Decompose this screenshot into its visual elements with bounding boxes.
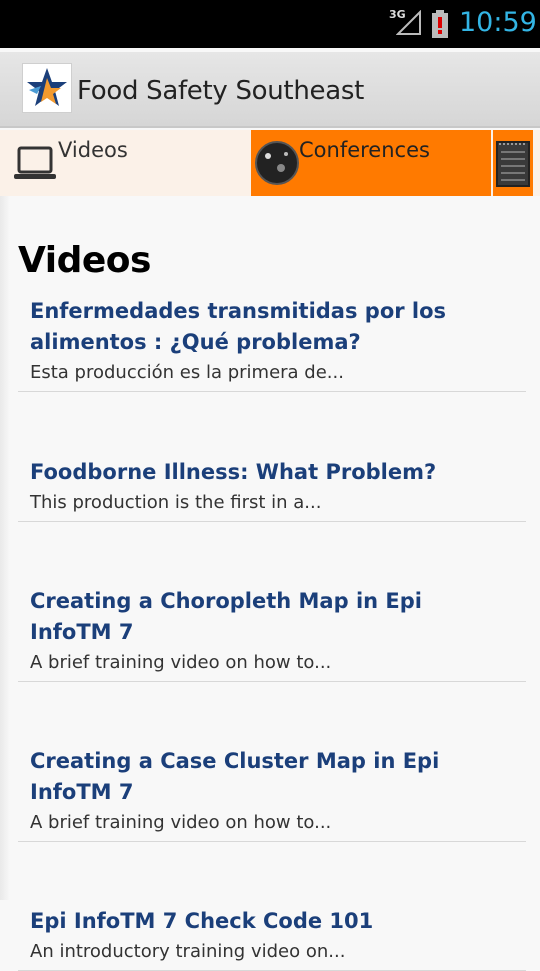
list-item[interactable]: Enfermedades transmitidas por los alimen… — [18, 296, 526, 392]
list-item[interactable]: Epi InfoTM 7 Check Code 101 An introduct… — [18, 906, 526, 971]
video-title[interactable]: Epi InfoTM 7 Check Code 101 — [30, 906, 510, 937]
list-item[interactable]: Creating a Case Cluster Map in Epi InfoT… — [18, 746, 526, 842]
video-description: A brief training video on how to... — [30, 812, 332, 833]
video-title[interactable]: Foodborne Illness: What Problem? — [30, 457, 510, 488]
tab-videos[interactable]: Videos — [10, 130, 250, 196]
tab-videos-label: Videos — [58, 138, 128, 162]
section-title: Videos — [18, 240, 151, 281]
list-item[interactable]: Foodborne Illness: What Problem? This pr… — [18, 457, 526, 522]
video-description: This production is the first in a... — [30, 492, 322, 513]
notepad-icon — [496, 141, 530, 187]
divider — [18, 521, 526, 522]
left-edge-shadow — [0, 196, 10, 900]
video-description: An introductory training video on... — [30, 941, 346, 962]
app-title: Food Safety Southeast — [77, 76, 364, 106]
signal-icon — [396, 10, 421, 35]
tab-notepad[interactable] — [493, 130, 533, 196]
video-title[interactable]: Enfermedades transmitidas por los alimen… — [30, 296, 510, 358]
list-item[interactable]: Creating a Choropleth Map in Epi InfoTM … — [18, 586, 526, 682]
tab-bar: Videos Conferences — [0, 130, 540, 196]
status-bar: 3G 10:59 — [0, 0, 540, 48]
laptop-icon — [14, 146, 56, 179]
tab-conferences-label: Conferences — [299, 138, 430, 162]
battery-alert-icon — [432, 10, 448, 38]
video-list: Enfermedades transmitidas por los alimen… — [18, 296, 526, 971]
star-logo-icon[interactable] — [22, 63, 72, 113]
action-bar: Food Safety Southeast — [0, 52, 540, 128]
globe-icon — [255, 141, 299, 185]
divider — [18, 681, 526, 682]
divider — [18, 391, 526, 392]
video-description: Esta producción es la primera de... — [30, 362, 344, 383]
video-description: A brief training video on how to... — [30, 652, 332, 673]
video-title[interactable]: Creating a Choropleth Map in Epi InfoTM … — [30, 586, 510, 648]
video-title[interactable]: Creating a Case Cluster Map in Epi InfoT… — [30, 746, 510, 808]
clock: 10:59 — [459, 7, 537, 38]
tab-conferences[interactable]: Conferences — [251, 130, 491, 196]
divider — [18, 841, 526, 842]
